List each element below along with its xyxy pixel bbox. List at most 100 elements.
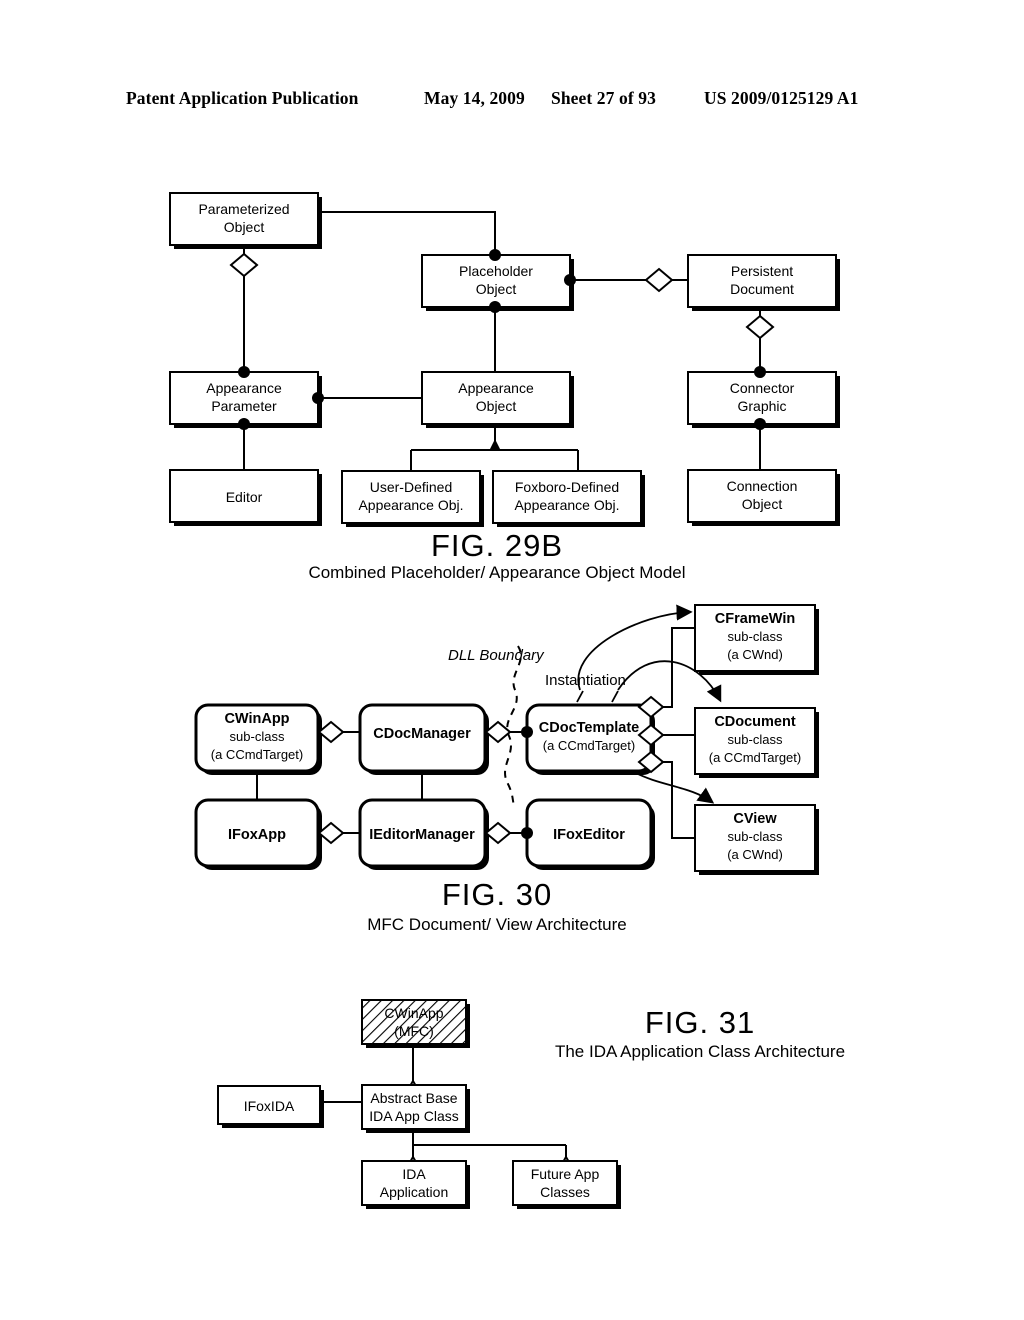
box-label-line2: sub-class — [728, 732, 783, 747]
edge-cdoctemplate-to-cview — [651, 761, 695, 839]
composition-dot-cdoctemplate-left — [521, 726, 533, 738]
aggregation-diamond-persistent-document — [645, 268, 673, 292]
figure-29b-subtitle: Combined Placeholder/ Appearance Object … — [308, 563, 685, 582]
box-label-line1: CDocManager — [373, 726, 471, 742]
patent-header: Patent Application Publication May 14, 2… — [0, 88, 1024, 114]
figure-29b-title: FIG. 29B — [431, 528, 563, 563]
box-label-line2: Object — [476, 398, 517, 414]
box-label-line1: IFoxEditor — [553, 827, 625, 843]
aggregation-diamond-connector-graphic — [746, 315, 774, 339]
box-cview: CView sub-class (a CWnd) — [694, 804, 819, 875]
box-user-defined-appearance-obj: User-Defined Appearance Obj. — [341, 470, 484, 527]
composition-dot-appearance-parameter-right — [312, 392, 324, 404]
box-parameterized-object: Parameterized Object — [169, 192, 322, 249]
box-label-line2: Parameter — [211, 398, 277, 414]
box-label-line2: IDA App Class — [369, 1108, 459, 1124]
box-label-line2: Appearance Obj. — [358, 497, 463, 513]
box-label-line1: Future App — [531, 1166, 600, 1182]
box-label-line1: Appearance — [206, 380, 282, 396]
header-patent-number: US 2009/0125129 A1 — [704, 88, 859, 108]
box-cwinapp-mfc: CWinApp (MFC) — [361, 999, 470, 1048]
box-label-line1: CView — [733, 811, 777, 827]
box-label-line2: (a CCmdTarget) — [543, 738, 635, 753]
box-future-app-classes: Future App Classes — [512, 1160, 621, 1209]
figure-31-subtitle: The IDA Application Class Architecture — [555, 1042, 845, 1061]
box-appearance-object: Appearance Object — [421, 371, 574, 428]
box-label-line1: Connection — [727, 478, 798, 494]
composition-dot-placeholder-right — [564, 274, 576, 286]
box-ieditormanager: IEditorManager — [358, 798, 489, 870]
figure-30: DLL Boundary Instantiation CWinApp sub-c… — [0, 590, 1024, 950]
box-label-line1: Connector — [730, 380, 795, 396]
composition-dot-appearance-parameter-top — [238, 366, 250, 378]
box-label-line1: CDocument — [714, 714, 796, 730]
figure-31-title: FIG. 31 — [645, 1005, 755, 1040]
box-label-line2: sub-class — [230, 729, 285, 744]
dll-boundary-line — [504, 645, 522, 809]
instantiation-leader-left — [576, 690, 584, 703]
box-label-line1: CWinApp — [384, 1005, 443, 1021]
box-connection-object: Connection Object — [687, 469, 840, 526]
box-cdocmanager: CDocManager — [358, 703, 489, 775]
header-sheet: Sheet 27 of 93 — [551, 88, 656, 108]
box-cwinapp: CWinApp sub-class (a CCmdTarget) — [194, 703, 322, 775]
composition-dot-placeholder-bottom — [489, 301, 501, 313]
box-label-line1: CDocTemplate — [539, 720, 639, 736]
box-label-line2: Classes — [540, 1184, 590, 1200]
box-label-line1: Foxboro-Defined — [515, 479, 619, 495]
box-label-line2: Object — [476, 281, 517, 297]
box-cdoctemplate: CDocTemplate (a CCmdTarget) — [525, 703, 655, 775]
dll-boundary-label: DLL Boundary — [448, 647, 545, 664]
composition-dot-connector-graphic-top — [754, 366, 766, 378]
box-label-line2: Appearance Obj. — [514, 497, 619, 513]
aggregation-diamond-cwinapp — [318, 721, 344, 743]
box-label-line2: Object — [224, 219, 265, 235]
edge-parameterized-to-placeholder — [318, 211, 496, 255]
box-label-line1: IEditorManager — [369, 827, 475, 843]
box-ida-application: IDA Application — [361, 1160, 470, 1209]
box-cframewin: CFrameWin sub-class (a CWnd) — [694, 604, 819, 675]
aggregation-diamond-ifoxapp — [318, 822, 344, 844]
box-label-line2: (MFC) — [394, 1023, 434, 1039]
header-date: May 14, 2009 — [424, 88, 525, 108]
box-label-line1: Placeholder — [459, 263, 533, 279]
box-foxboro-defined-appearance-obj: Foxboro-Defined Appearance Obj. — [492, 470, 645, 527]
instantiation-leader-right — [611, 690, 619, 703]
box-label-line1: Abstract Base — [370, 1090, 457, 1106]
box-label-line2: sub-class — [728, 829, 783, 844]
box-label-line1: CFrameWin — [715, 611, 795, 627]
box-label-line1: CWinApp — [224, 711, 289, 727]
composition-dot-placeholder-top — [489, 249, 501, 261]
figure-31: CWinApp (MFC) IFoxIDA Abstract Base IDA … — [0, 985, 1024, 1225]
patent-drawing-sheet: Patent Application Publication May 14, 2… — [0, 0, 1024, 1320]
figure-29b: Parameterized Object Placeholder Object … — [0, 160, 1024, 582]
box-label-line2: sub-class — [728, 629, 783, 644]
composition-dot-ifoxeditor-left — [521, 827, 533, 839]
instantiation-label: Instantiation — [545, 672, 626, 689]
edge-appearance-object-generalization-fork — [410, 449, 579, 471]
aggregation-diamond-parameterized — [230, 253, 258, 277]
box-label-line1: IFoxIDA — [244, 1098, 295, 1114]
box-ifoxapp: IFoxApp — [194, 798, 322, 870]
box-label-line1: Parameterized — [198, 201, 289, 217]
box-label-line3: (a CCmdTarget) — [211, 747, 303, 762]
generalization-arrow-appearance-object — [489, 439, 501, 451]
box-label-line1: IDA — [402, 1166, 426, 1182]
box-label-line2: Graphic — [737, 398, 786, 414]
box-label-line1: Appearance — [458, 380, 534, 396]
composition-dot-appearance-parameter-bottom — [238, 418, 250, 430]
box-label-line3: (a CWnd) — [727, 647, 783, 662]
box-editor: Editor — [169, 469, 322, 526]
box-persistent-document: Persistent Document — [687, 254, 840, 311]
box-cdocument: CDocument sub-class (a CCmdTarget) — [694, 707, 819, 778]
box-abstract-base-ida-app-class: Abstract Base IDA App Class — [361, 1084, 470, 1133]
composition-dot-connector-graphic-bottom — [754, 418, 766, 430]
header-publication: Patent Application Publication — [126, 88, 359, 108]
figure-30-subtitle: MFC Document/ View Architecture — [367, 915, 627, 934]
aggregation-diamond-ieditormanager — [485, 822, 511, 844]
box-label-line2: Application — [380, 1184, 449, 1200]
figure-30-title: FIG. 30 — [442, 877, 552, 912]
box-label-line3: (a CCmdTarget) — [709, 750, 801, 765]
box-label-line3: (a CWnd) — [727, 847, 783, 862]
box-ifoxeditor: IFoxEditor — [525, 798, 655, 870]
